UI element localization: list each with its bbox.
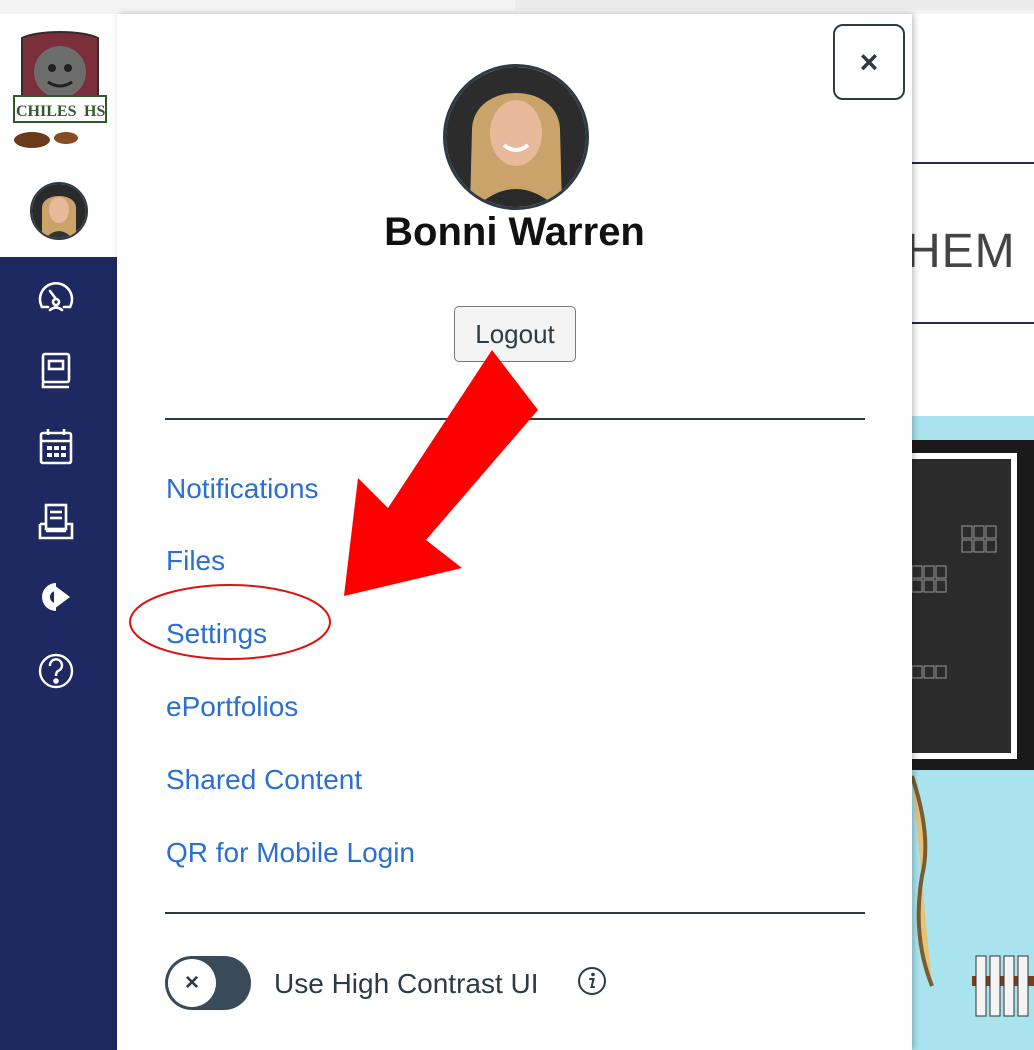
course-divider	[912, 322, 1034, 324]
tray-divider	[165, 912, 865, 914]
logo-text-left: CHILES	[16, 103, 77, 120]
tray-divider	[165, 418, 865, 420]
logout-button[interactable]: Logout	[454, 306, 576, 362]
top-strip-segment	[515, 0, 1034, 10]
account-tray: × Bonni Warren Logout Notifications File…	[117, 14, 912, 1050]
global-navigation	[0, 257, 117, 1050]
course-page-background: HEM	[912, 14, 1034, 1050]
inbox-icon[interactable]	[34, 500, 78, 544]
close-tray-button[interactable]: ×	[833, 24, 905, 100]
shared-content-link[interactable]: Shared Content	[166, 764, 362, 796]
calendar-icon[interactable]	[34, 425, 78, 469]
notifications-link[interactable]: Notifications	[166, 473, 319, 505]
course-banner-image	[912, 416, 1034, 1050]
dashboard-icon[interactable]	[34, 275, 78, 319]
help-icon[interactable]	[34, 649, 78, 693]
brand-area: CHILES HS	[0, 14, 117, 257]
settings-link[interactable]: Settings	[166, 618, 267, 650]
profile-avatar	[443, 64, 589, 210]
courses-icon[interactable]	[34, 349, 78, 393]
profile-name: Bonni Warren	[384, 210, 645, 254]
school-logo[interactable]: CHILES HS	[8, 30, 112, 152]
commons-icon[interactable]	[34, 575, 78, 619]
high-contrast-toggle[interactable]: ×	[165, 956, 251, 1010]
course-divider	[912, 162, 1034, 164]
eportfolios-link[interactable]: ePortfolios	[166, 691, 298, 723]
logo-text-right: HS	[84, 103, 105, 120]
qr-mobile-login-link[interactable]: QR for Mobile Login	[166, 837, 415, 869]
toggle-off-icon: ×	[168, 959, 216, 1007]
account-avatar[interactable]	[30, 182, 88, 240]
browser-top-strip	[0, 0, 1034, 14]
course-title: HEM	[912, 225, 1016, 278]
high-contrast-label: Use High Contrast UI	[274, 968, 539, 999]
files-link[interactable]: Files	[166, 545, 225, 577]
info-icon[interactable]	[577, 966, 607, 996]
